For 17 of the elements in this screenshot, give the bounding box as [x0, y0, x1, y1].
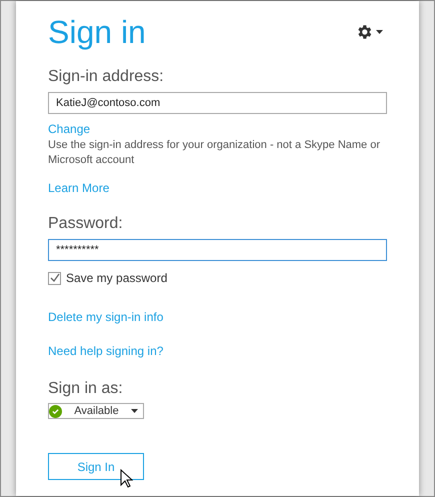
checkbox-label: Save my password [66, 270, 168, 287]
field-label: Sign-in address: [48, 67, 165, 87]
input-field[interactable]: KatieJ@contoso.com [48, 92, 387, 114]
field-label: Password: [48, 214, 124, 234]
link[interactable]: Learn More [48, 181, 110, 195]
caret-icon [131, 409, 138, 413]
page-title: Sign in [48, 13, 146, 51]
link[interactable]: Change [48, 122, 90, 136]
checkbox[interactable] [48, 272, 61, 284]
sign-in-button[interactable]: Sign In [48, 453, 144, 480]
help-text: Use the sign-in address for your organization - not a Skype Name or Microsoft account [48, 138, 381, 168]
cursor-icon [120, 469, 133, 488]
password-field[interactable]: ********** [48, 239, 387, 261]
field-label: Sign in as: [48, 379, 124, 399]
link[interactable]: Delete my sign-in info [48, 310, 164, 324]
status-dropdown[interactable]: Available [48, 403, 144, 419]
link[interactable]: Need help signing in? [48, 344, 164, 358]
